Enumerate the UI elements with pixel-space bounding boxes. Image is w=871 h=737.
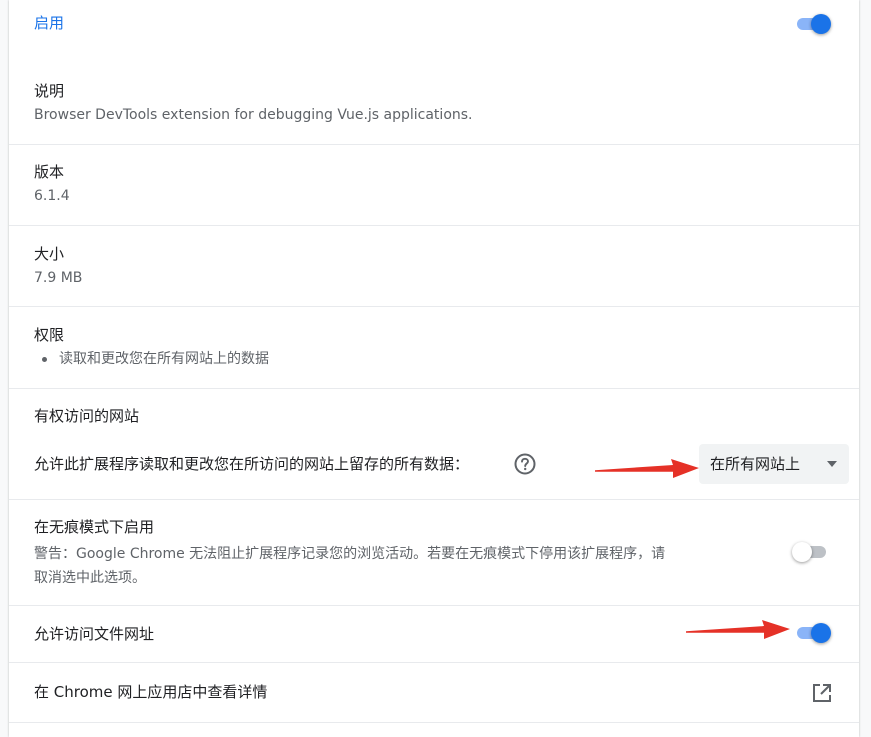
enable-row: 启用 <box>9 12 859 33</box>
toggle-knob <box>811 623 831 643</box>
chevron-down-icon <box>827 461 837 467</box>
incognito-warning: 警告：Google Chrome 无法阻止扩展程序记录您的浏览活动。若要在无痕模… <box>34 542 779 590</box>
site-access-section: 有权访问的网站 <box>9 406 859 426</box>
version-title: 版本 <box>34 163 65 181</box>
file-urls-toggle[interactable] <box>795 622 831 644</box>
divider <box>9 499 859 500</box>
red-arrow-annotation <box>686 620 790 639</box>
extension-details-card: 启用 说明 Browser DevTools extension for deb… <box>9 0 859 737</box>
enable-toggle[interactable] <box>795 13 831 35</box>
divider <box>9 306 859 307</box>
size-title: 大小 <box>34 245 65 263</box>
incognito-section: 在无痕模式下启用 警告：Google Chrome 无法阻止扩展程序记录您的浏览… <box>9 517 779 590</box>
site-access-title: 有权访问的网站 <box>34 407 140 425</box>
incognito-warning-line1: 警告：Google Chrome 无法阻止扩展程序记录您的浏览活动。若要在无痕模… <box>34 546 666 562</box>
description-title: 说明 <box>34 82 65 100</box>
help-circle-icon[interactable] <box>514 453 536 475</box>
divider <box>9 605 859 606</box>
file-urls-label: 允许访问文件网址 <box>34 625 155 643</box>
site-access-selected: 在所有网站上 <box>710 455 801 473</box>
webstore-row[interactable]: 在 Chrome 网上应用店中查看详情 <box>9 682 859 702</box>
open-in-new-icon[interactable] <box>811 682 833 704</box>
site-access-label: 允许此扩展程序读取和更改您在所访问的网站上留存的所有数据： <box>34 455 470 473</box>
size-section: 大小 7.9 MB <box>9 244 859 288</box>
version-section: 版本 6.1.4 <box>9 162 859 206</box>
permissions-section: 权限 读取和更改您在所有网站上的数据 <box>9 325 859 369</box>
permissions-list: 读取和更改您在所有网站上的数据 <box>34 349 859 369</box>
divider <box>9 144 859 145</box>
incognito-warning-line2: 取消选中此选项。 <box>34 570 146 586</box>
permissions-title: 权限 <box>34 326 65 344</box>
permission-item: 读取和更改您在所有网站上的数据 <box>34 349 859 369</box>
size-value: 7.9 MB <box>34 270 83 286</box>
incognito-title: 在无痕模式下启用 <box>34 518 155 536</box>
incognito-toggle[interactable] <box>792 541 828 563</box>
divider <box>9 225 859 226</box>
version-value: 6.1.4 <box>34 188 70 204</box>
divider <box>9 662 859 663</box>
red-arrow-annotation <box>595 459 699 478</box>
toggle-knob <box>811 14 831 34</box>
webstore-link[interactable]: 在 Chrome 网上应用店中查看详情 <box>34 683 267 701</box>
description-section: 说明 Browser DevTools extension for debugg… <box>9 81 859 125</box>
site-access-dropdown[interactable]: 在所有网站上 <box>699 444 849 484</box>
divider <box>9 388 859 389</box>
description-text: Browser DevTools extension for debugging… <box>34 107 473 123</box>
toggle-knob <box>792 542 812 562</box>
enable-label: 启用 <box>34 14 65 32</box>
divider <box>9 722 859 723</box>
